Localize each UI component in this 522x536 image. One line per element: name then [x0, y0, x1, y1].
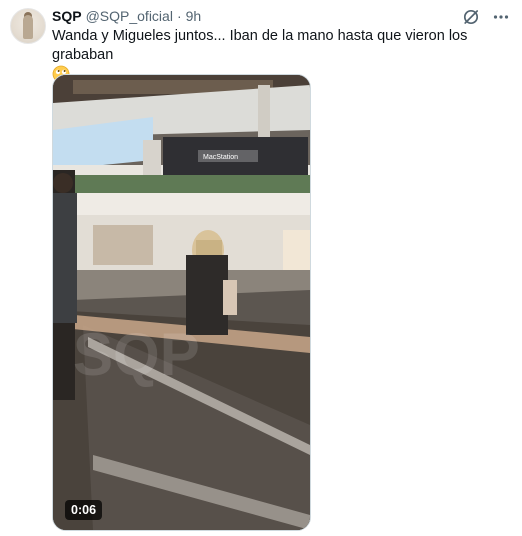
author-name[interactable]: SQP — [52, 8, 82, 24]
video-frame: MacStation SQP — [53, 75, 310, 530]
video-media[interactable]: MacStation SQP 0:06 — [52, 74, 311, 531]
timestamp[interactable]: 9h — [186, 8, 202, 24]
video-duration-badge: 0:06 — [65, 500, 103, 520]
tweet-text-content: Wanda y Migueles juntos... Iban de la ma… — [52, 28, 468, 63]
watermark: SQP — [73, 321, 200, 388]
tweet: SQP @SQP_oficial · 9h Wanda y Migueles j… — [0, 0, 522, 536]
store-sign: MacStation — [203, 154, 238, 161]
separator-dot: · — [176, 8, 182, 24]
grok-slash-circle-icon[interactable] — [462, 8, 480, 26]
tweet-actions — [462, 8, 510, 26]
tweet-header: SQP @SQP_oficial · 9h — [52, 7, 201, 25]
avatar[interactable] — [10, 8, 46, 44]
avatar-figure — [23, 15, 33, 39]
author-handle[interactable]: @SQP_oficial — [86, 8, 173, 24]
more-dots-icon[interactable] — [492, 8, 510, 26]
